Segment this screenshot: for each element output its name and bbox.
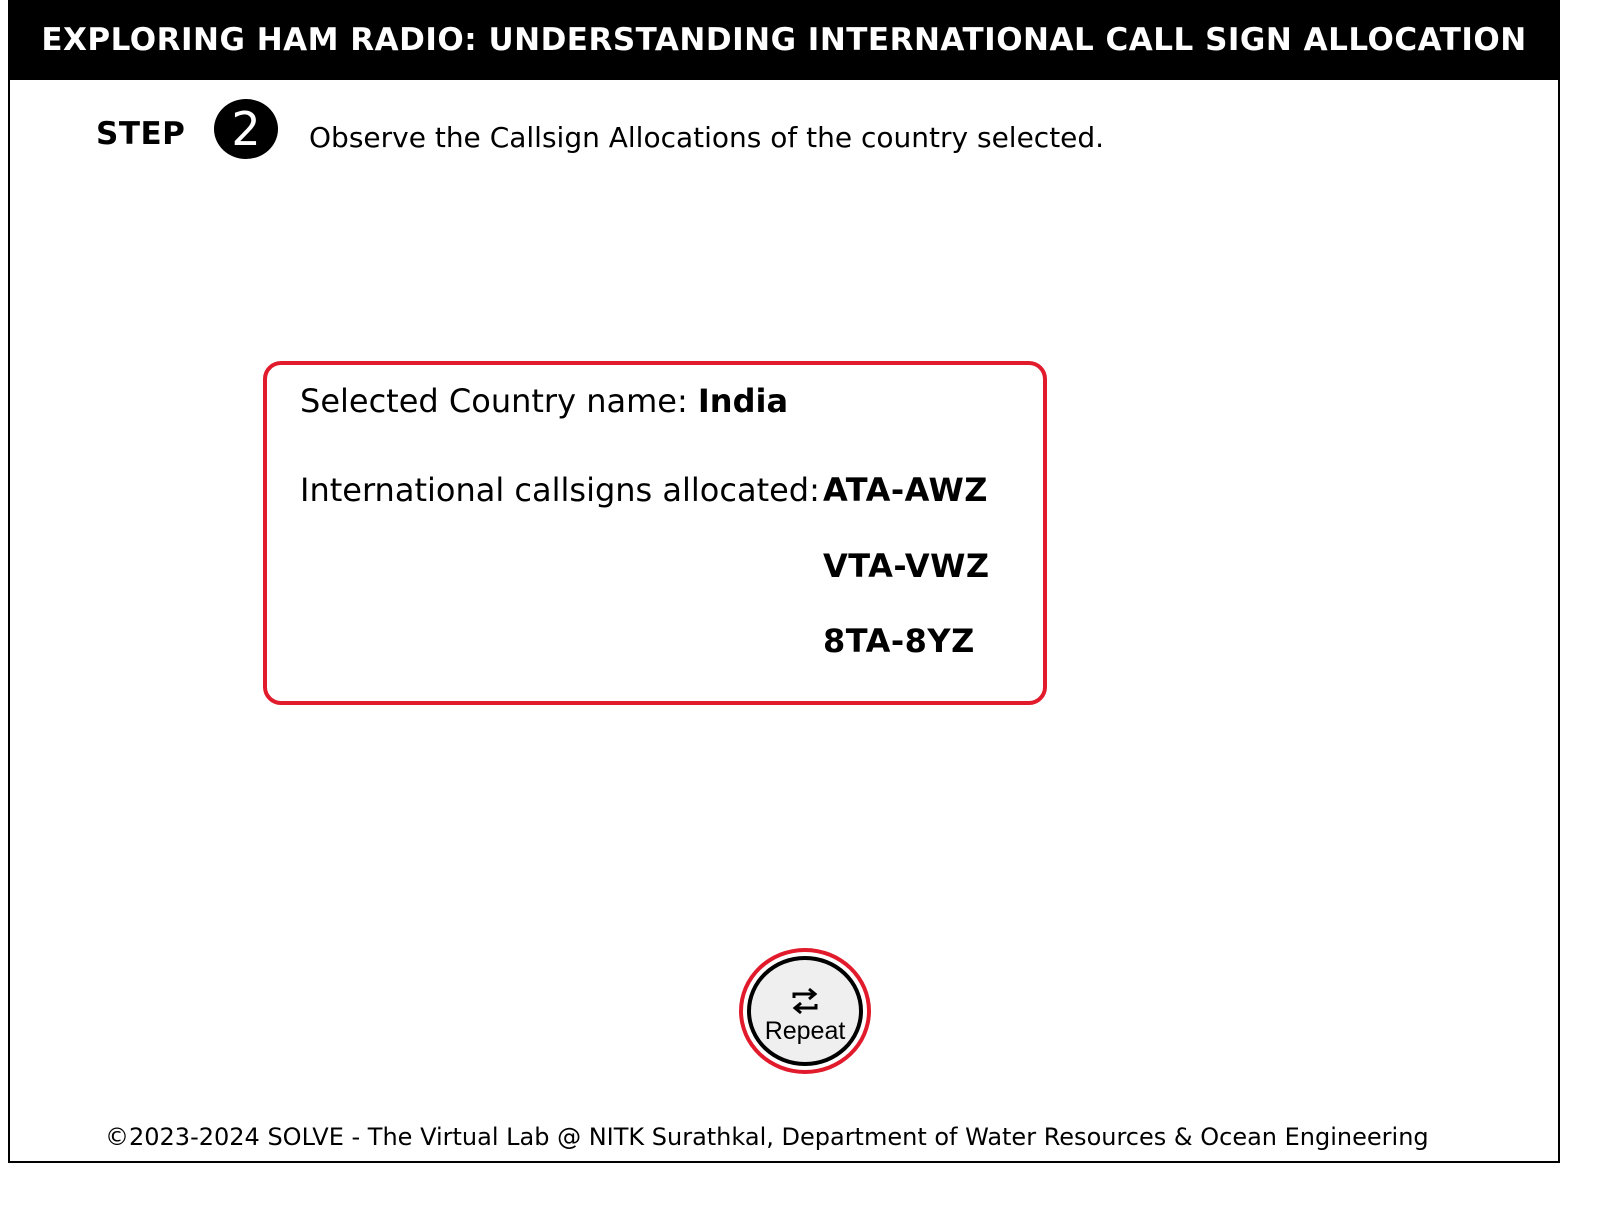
step-instruction: Observe the Callsign Allocations of the … [309,121,1105,154]
title-bar: EXPLORING HAM RADIO: UNDERSTANDING INTER… [8,0,1560,80]
callsign-range: ATA-AWZ [823,471,988,509]
repeat-label: Repeat [764,1016,846,1045]
callsign-range: 8TA-8YZ [823,622,975,660]
callsign-range: VTA-VWZ [823,547,990,585]
repeat-button-face[interactable]: Repeat [747,956,863,1066]
page-title: EXPLORING HAM RADIO: UNDERSTANDING INTER… [41,22,1527,58]
step-label: STEP [96,116,186,152]
country-label: Selected Country name: [300,382,688,420]
repeat-icon [792,987,818,1014]
footer-copyright: ©2023-2024 SOLVE - The Virtual Lab @ NIT… [105,1123,1429,1151]
step-number-badge: 2 [214,99,278,159]
country-value: India [697,382,789,420]
selected-country-line: Selected Country name: India [300,382,788,420]
step-number: 2 [231,102,261,156]
repeat-button[interactable]: Repeat [739,948,871,1074]
callsigns-label: International callsigns allocated: [300,471,820,509]
